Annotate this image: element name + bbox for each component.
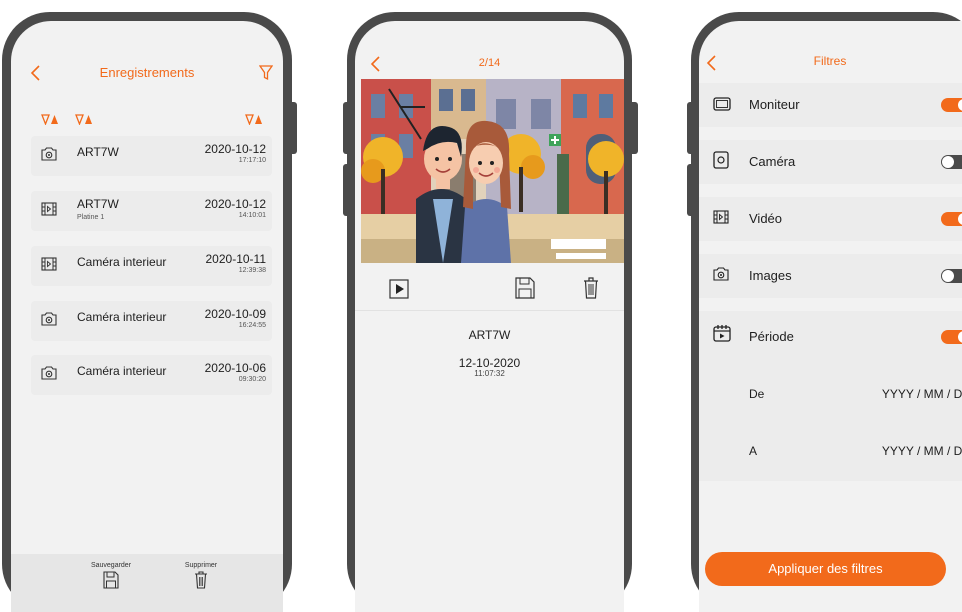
media-counter: 2/14 <box>478 57 501 69</box>
item-name: Caméra interieur <box>77 364 167 378</box>
phone-filters: Filtres Moniteur Caméra Vidéo Images Pér… <box>691 12 962 612</box>
calendar-icon <box>713 325 731 342</box>
camera-toggle[interactable] <box>941 155 962 169</box>
filter-row-video[interactable]: Vidéo <box>699 197 962 241</box>
item-date: 2020-10-12 <box>204 197 266 211</box>
filter-row-images[interactable]: Images <box>699 254 962 298</box>
item-name: Caméra interieur <box>77 255 167 269</box>
camera-icon <box>41 147 57 161</box>
from-date-field[interactable]: YYYY / MM / DD <box>882 387 962 401</box>
item-name: ART7W <box>77 197 119 211</box>
camera-icon <box>41 366 57 380</box>
bottom-toolbar: Sauvegarder Supprimer <box>11 554 283 612</box>
save-button[interactable]: Sauvegarder <box>81 562 141 594</box>
video-icon <box>713 210 729 224</box>
images-toggle[interactable] <box>941 269 962 283</box>
filter-label: Moniteur <box>749 97 800 112</box>
video-toggle[interactable] <box>941 212 962 226</box>
toggle-knob <box>958 213 962 225</box>
filter-icon[interactable] <box>259 65 273 81</box>
filter-label: Vidéo <box>749 211 783 226</box>
item-time: 12:39:38 <box>238 267 266 274</box>
phone-recordings: Enregistrements ART7W 2020-10-12 17:17:1… <box>2 12 292 612</box>
item-time: 16:24:55 <box>238 322 266 329</box>
filter-row-monitor[interactable]: Moniteur <box>699 83 962 127</box>
image-icon <box>713 267 729 281</box>
page-title: Enregistrements <box>99 65 195 80</box>
toggle-knob <box>942 270 954 282</box>
trash-icon <box>195 571 207 589</box>
list-item[interactable]: Caméra interieur 2020-10-09 16:24:55 <box>31 301 272 341</box>
list-item[interactable]: ART7W 2020-10-12 17:17:10 <box>31 136 272 176</box>
apply-filters-button[interactable]: Appliquer des filtres <box>705 552 946 586</box>
list-item[interactable]: Caméra interieur 2020-10-06 09:30:20 <box>31 355 272 395</box>
sort-date-indicator[interactable] <box>245 112 263 130</box>
list-item[interactable]: Caméra interieur 2020-10-11 12:39:38 <box>31 246 272 286</box>
recording-date: 12-10-2020 <box>458 356 521 370</box>
item-date: 2020-10-11 <box>205 252 267 266</box>
page-title: Filtres <box>813 54 847 68</box>
from-label: De <box>749 387 765 401</box>
item-time: 17:17:10 <box>238 157 266 164</box>
toggle-knob <box>942 156 954 168</box>
item-name: ART7W <box>77 145 119 159</box>
sort-icon <box>245 114 262 126</box>
recording-preview-image[interactable] <box>361 79 624 263</box>
item-date: 2020-10-06 <box>204 361 266 375</box>
floppy-icon <box>103 571 119 589</box>
filter-label: Période <box>749 329 794 344</box>
monitor-toggle[interactable] <box>941 98 962 112</box>
item-subtitle: Platine 1 <box>77 214 105 221</box>
divider <box>355 310 624 311</box>
camera-icon <box>41 312 57 326</box>
toggle-knob <box>958 99 962 111</box>
to-date-field[interactable]: YYYY / MM / DD <box>882 444 962 458</box>
sort-name-indicator[interactable] <box>75 112 93 130</box>
recording-name: ART7W <box>468 328 511 342</box>
recording-time: 11:07:32 <box>474 369 505 378</box>
delete-button[interactable]: Supprimer <box>171 562 231 594</box>
delete-label: Supprimer <box>184 562 218 569</box>
item-time: 09:30:20 <box>238 376 266 383</box>
filters-screen: Filtres Moniteur Caméra Vidéo Images Pér… <box>699 21 962 612</box>
filter-row-camera[interactable]: Caméra <box>699 140 962 184</box>
video-icon <box>41 202 57 216</box>
sort-icon <box>75 114 92 126</box>
filter-label: Images <box>749 268 792 283</box>
period-toggle[interactable] <box>941 330 962 344</box>
video-icon <box>41 257 57 271</box>
camera-icon <box>713 151 729 169</box>
toggle-knob <box>958 331 962 343</box>
item-time: 14:10:01 <box>238 212 266 219</box>
phone-viewer: 2/14 ART7W 12-10-2020 11:07:32 <box>347 12 632 612</box>
to-label: A <box>749 444 758 458</box>
save-label: Sauvegarder <box>90 562 132 569</box>
play-button[interactable] <box>389 279 409 299</box>
filter-label: Caméra <box>749 154 796 169</box>
sort-type-indicator[interactable] <box>41 112 59 130</box>
side-button <box>288 102 297 154</box>
delete-button[interactable] <box>583 277 599 299</box>
recordings-screen: Enregistrements ART7W 2020-10-12 17:17:1… <box>11 21 283 612</box>
item-date: 2020-10-09 <box>204 307 266 321</box>
item-date: 2020-10-12 <box>204 142 266 156</box>
sort-icon <box>41 114 58 126</box>
filter-row-period[interactable]: Période De YYYY / MM / DD A YYYY / MM / … <box>699 311 962 481</box>
save-button[interactable] <box>515 277 535 299</box>
item-name: Caméra interieur <box>77 310 167 324</box>
viewer-screen: 2/14 ART7W 12-10-2020 11:07:32 <box>355 21 624 612</box>
list-item[interactable]: ART7W Platine 1 2020-10-12 14:10:01 <box>31 191 272 231</box>
monitor-icon <box>713 97 731 111</box>
